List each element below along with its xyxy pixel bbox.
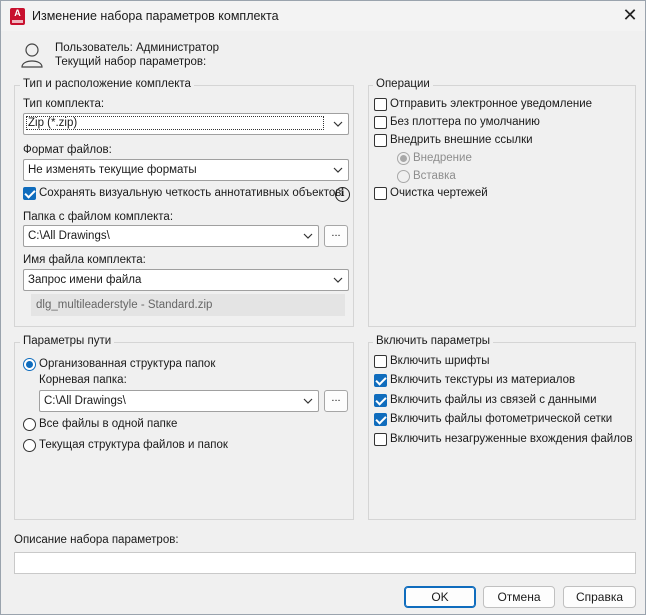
keep-annotative-checkbox[interactable] [23,187,36,200]
include-textures-label: Включить текстуры из материалов [390,374,576,386]
include-data-links-label: Включить файлы из связей с данными [390,394,597,406]
chevron-down-icon [333,121,343,127]
bind-option-radio[interactable] [397,152,410,165]
user-label: Пользователь: Администратор [55,42,219,54]
include-fonts-label: Включить шрифты [390,355,490,367]
package-type-group-title: Тип и расположение комплекта [20,78,194,90]
title-bar: A Изменение набора параметров комплекта … [1,1,645,31]
description-input[interactable] [14,552,636,574]
single-folder-radio[interactable] [23,418,36,431]
root-folder-combo[interactable]: C:\All Drawings\ [39,390,319,412]
cancel-button[interactable]: Отмена [483,586,555,608]
single-folder-label: Все файлы в одной папке [39,418,178,430]
current-set-label: Текущий набор параметров: [55,56,207,68]
chevron-down-icon [303,233,313,239]
dialog-window: A Изменение набора параметров комплекта … [0,0,646,615]
folder-browse-button[interactable]: ... [324,225,348,247]
send-email-label: Отправить электронное уведомление [390,98,593,110]
file-format-combo[interactable]: Не изменять текущие форматы [23,159,349,181]
root-folder-label: Корневая папка: [39,374,127,386]
folder-label: Папка с файлом комплекта: [23,211,174,223]
file-name-label: Имя файла комплекта: [23,254,146,266]
folder-combo[interactable]: C:\All Drawings\ [23,225,319,247]
organized-structure-label: Организованная структура папок [39,358,216,370]
purge-drawings-checkbox[interactable] [374,187,387,200]
root-folder-browse-button[interactable]: ... [324,390,348,412]
include-unloaded-label: Включить незагруженные вхождения файлов [390,433,633,445]
send-email-checkbox[interactable] [374,98,387,111]
include-photometric-checkbox[interactable] [374,413,387,426]
file-name-preview: dlg_multileaderstyle - Standard.zip [31,294,345,316]
help-button[interactable]: Справка [563,586,636,608]
include-textures-checkbox[interactable] [374,374,387,387]
ok-button[interactable]: OK [404,586,476,608]
package-type-combo[interactable]: Zip (*.zip) [23,113,349,135]
autocad-app-icon: A [10,8,25,25]
operations-group-title: Операции [373,78,433,90]
window-title: Изменение набора параметров комплекта [32,9,279,23]
no-plotter-checkbox[interactable] [374,116,387,129]
chevron-down-icon [333,167,343,173]
insert-option-radio[interactable] [397,170,410,183]
include-group [368,342,636,520]
keep-structure-radio[interactable] [23,439,36,452]
include-unloaded-checkbox[interactable] [374,433,387,446]
bind-xrefs-label: Внедрить внешние ссылки [390,134,533,146]
include-fonts-checkbox[interactable] [374,355,387,368]
chevron-down-icon [303,398,313,404]
no-plotter-label: Без плоттера по умолчанию [390,116,540,128]
chevron-down-icon [333,277,343,283]
bind-xrefs-checkbox[interactable] [374,134,387,147]
bind-option-label: Внедрение [413,152,472,164]
path-group-title: Параметры пути [20,335,115,347]
include-group-title: Включить параметры [373,335,494,347]
keep-structure-label: Текущая структура файлов и папок [39,439,228,451]
include-photometric-label: Включить файлы фотометрической сетки [390,413,613,425]
description-label: Описание набора параметров: [14,534,179,546]
user-icon [21,43,43,68]
package-type-label: Тип комплекта: [23,98,105,110]
insert-option-label: Вставка [413,170,456,182]
info-icon[interactable]: i [335,187,350,202]
purge-drawings-label: Очистка чертежей [390,187,488,199]
organized-structure-radio[interactable] [23,358,36,371]
file-name-combo[interactable]: Запрос имени файла [23,269,349,291]
file-format-label: Формат файлов: [23,144,112,156]
close-icon[interactable]: ✕ [617,5,643,27]
keep-annotative-label: Сохранять визуальную четкость аннотативн… [39,187,342,199]
include-data-links-checkbox[interactable] [374,394,387,407]
